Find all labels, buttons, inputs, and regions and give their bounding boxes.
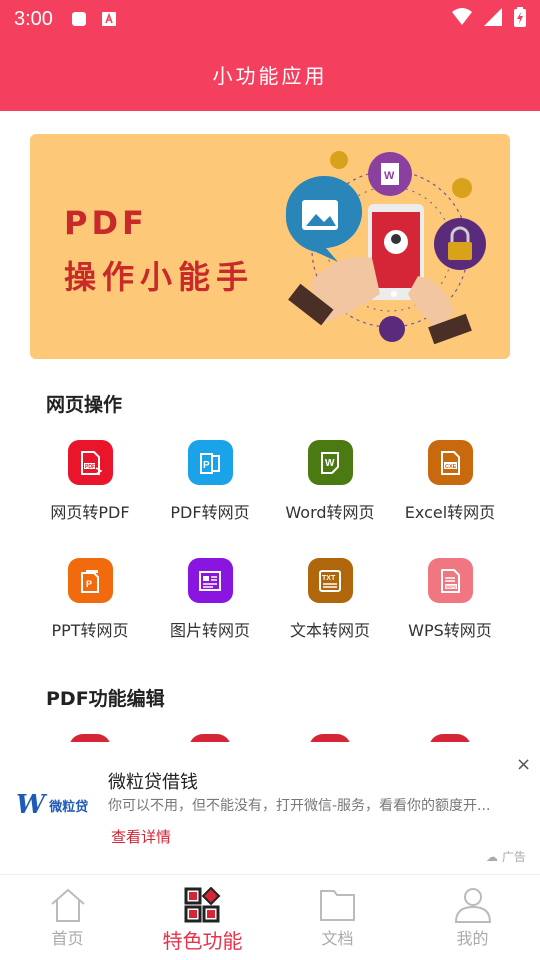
home-icon xyxy=(50,888,85,922)
svg-text:P: P xyxy=(203,460,210,471)
svg-text:P: P xyxy=(86,579,92,589)
weilidai-logo-icon: W xyxy=(16,790,46,820)
ad-details-link[interactable]: 查看详情 xyxy=(111,826,171,847)
tool-label: Excel转网页 xyxy=(404,503,496,522)
tool-label: Word转网页 xyxy=(285,503,375,522)
tab-documents[interactable]: 文档 xyxy=(270,875,405,960)
ad-logo: W 微粒贷 xyxy=(16,790,88,820)
ppt-doc-icon: P xyxy=(67,558,113,603)
banner-line1: PDF xyxy=(64,204,148,242)
tool-text-to-web[interactable]: TXT 文本转网页 xyxy=(270,558,390,676)
tool-label: 图片转网页 xyxy=(169,621,250,640)
word-doc-icon: W xyxy=(307,440,353,485)
tab-mine[interactable]: 我的 xyxy=(405,875,540,960)
tool-label: 文本转网页 xyxy=(289,621,370,640)
tool-label: PPT转网页 xyxy=(51,621,129,640)
tool-label: PDF转网页 xyxy=(170,503,250,522)
pdf-file-icon: PDF xyxy=(67,440,113,485)
ad-brand: 微粒贷 xyxy=(49,799,89,815)
web-ops-grid: PDF 网页转PDF P PDF转网页 W Word转网页 CXE Excel转… xyxy=(30,440,510,676)
tool-label: WPS转网页 xyxy=(408,621,492,640)
wifi-icon xyxy=(452,8,472,30)
svg-text:W: W xyxy=(325,458,335,469)
tab-label: 首页 xyxy=(51,929,84,948)
tool-excel-to-web[interactable]: CXE Excel转网页 xyxy=(390,440,510,558)
tool-word-to-web[interactable]: W Word转网页 xyxy=(270,440,390,558)
tool-wps-to-web[interactable]: WPS WPS转网页 xyxy=(390,558,510,676)
tool-pdf-to-web[interactable]: P PDF转网页 xyxy=(150,440,270,558)
tab-label: 特色功能 xyxy=(162,929,243,953)
tab-label: 我的 xyxy=(456,929,489,948)
section-title-web: 网页操作 xyxy=(46,394,123,416)
ad-tag: ☁ 广告 xyxy=(486,850,526,864)
tool-label: 网页转PDF xyxy=(50,503,130,522)
txt-doc-icon: TXT xyxy=(307,558,353,603)
svg-text:W: W xyxy=(384,170,395,182)
ad-banner[interactable]: W 微粒贷 微粒贷借钱 你可以不用，但不能没有，打开微信-服务，看看你的额度开.… xyxy=(0,742,540,874)
excel-doc-icon: CXE xyxy=(427,440,473,485)
svg-text:PDF: PDF xyxy=(85,464,95,470)
app-bar: 小功能应用 xyxy=(0,38,540,111)
svg-text:TXT: TXT xyxy=(322,575,336,582)
ad-close-button[interactable]: × xyxy=(516,754,531,775)
svg-text:CXE: CXE xyxy=(445,464,457,470)
bottom-tab-bar: 首页 特色功能 文档 我的 xyxy=(0,874,540,960)
battery-icon xyxy=(514,7,526,31)
feature-grid-icon xyxy=(184,887,220,923)
ad-description: 你可以不用，但不能没有，打开微信-服务，看看你的额度开... xyxy=(108,798,491,814)
page-title: 小功能应用 xyxy=(212,64,328,88)
folder-icon xyxy=(319,890,355,921)
wps-doc-icon: WPS xyxy=(427,558,473,603)
image-doc-icon xyxy=(187,558,233,603)
tool-image-to-web[interactable]: 图片转网页 xyxy=(150,558,270,676)
person-icon xyxy=(454,888,491,923)
promo-banner[interactable]: PDF 操作小能手 W xyxy=(30,134,510,359)
font-notification-icon xyxy=(101,11,117,27)
svg-text:WPS: WPS xyxy=(446,584,456,589)
pdf-doc-icon: P xyxy=(187,440,233,485)
status-time: 3:00 xyxy=(14,7,53,30)
tool-ppt-to-web[interactable]: P PPT转网页 xyxy=(30,558,150,676)
section-title-pdf-edit: PDF功能编辑 xyxy=(46,688,165,710)
ad-tag-label: 广告 xyxy=(501,850,526,864)
ad-title: 微粒贷借钱 xyxy=(108,772,198,793)
tab-home[interactable]: 首页 xyxy=(0,875,135,960)
signal-icon xyxy=(484,8,502,30)
banner-illustration: W xyxy=(285,151,486,345)
status-bar: 3:00 xyxy=(0,0,540,38)
notification-icon xyxy=(71,11,87,27)
tool-web-to-pdf[interactable]: PDF 网页转PDF xyxy=(30,440,150,558)
tab-label: 文档 xyxy=(321,929,354,948)
tab-features[interactable]: 特色功能 xyxy=(135,875,270,960)
banner-line2: 操作小能手 xyxy=(64,258,255,296)
